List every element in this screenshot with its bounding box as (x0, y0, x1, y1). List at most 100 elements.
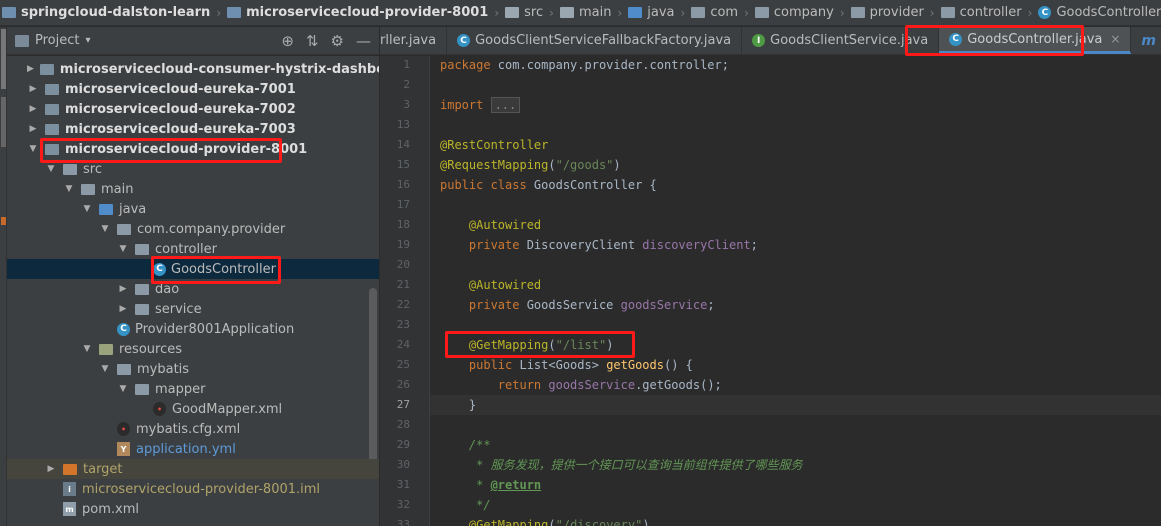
tree-node[interactable]: m pom.xml (7, 499, 379, 519)
breadcrumb-label: provider (869, 5, 924, 20)
favorites-tool-tab[interactable] (1, 217, 6, 225)
collapsed-arrow-icon[interactable]: ▶ (27, 84, 39, 94)
tree-node-label: pom.xml (82, 501, 139, 517)
breadcrumb-item[interactable]: springcloud-dalston-learn (2, 5, 210, 20)
line-number: 16 (396, 178, 410, 191)
tree-node-label: target (83, 461, 123, 477)
tool-window-strip[interactable] (0, 27, 7, 526)
collapsed-arrow-icon[interactable]: ▶ (27, 64, 34, 74)
tree-node[interactable]: ▼ main (7, 179, 379, 199)
locate-file-icon[interactable]: ⊕ (281, 32, 294, 50)
expanded-arrow-icon[interactable]: ▼ (117, 384, 129, 394)
breadcrumb-item[interactable]: C GoodsController (1038, 5, 1161, 20)
tree-node[interactable]: ▶ microservicecloud-eureka-7002 (7, 99, 379, 119)
collapsed-arrow-icon[interactable]: ▶ (117, 284, 129, 294)
line-number-gutter[interactable]: 1 2 3 13 14 15 16 17 18 19 20 21 22 23 24 25 26 27 28 29 30 3… (380, 56, 430, 526)
line-number: 21 (396, 278, 410, 291)
line-number: 32 (396, 498, 410, 511)
code-line[interactable]: @Autowired (440, 275, 541, 295)
code-token: package (440, 58, 498, 72)
collapsed-arrow-icon[interactable]: ▶ (27, 104, 39, 114)
expanded-arrow-icon[interactable]: ▼ (81, 204, 93, 214)
breadcrumb-item[interactable]: provider (850, 5, 924, 20)
tree-node[interactable]: ▼ resources (7, 339, 379, 359)
editor-tab[interactable]: mpom.xm (1131, 27, 1161, 54)
folded-code-region[interactable]: ... (490, 97, 521, 113)
expanded-arrow-icon[interactable]: ▼ (99, 364, 111, 374)
code-token: .getGoods(); (635, 378, 722, 392)
close-icon[interactable]: × (1110, 32, 1120, 46)
expanded-arrow-icon[interactable]: ▼ (63, 184, 75, 194)
breadcrumb-item[interactable]: microservicecloud-provider-8001 (227, 5, 488, 20)
code-editor[interactable]: 1 2 3 13 14 15 16 17 18 19 20 21 22 23 24 25 26 27 28 29 30 3… (380, 56, 1161, 526)
breadcrumb-item[interactable]: company (754, 5, 834, 20)
code-line[interactable]: @RestController (440, 135, 548, 155)
code-line[interactable]: * 服务发现，提供一个接口可以查询当前组件提供了哪些服务 (440, 455, 802, 475)
breadcrumb-item[interactable]: src (505, 5, 543, 20)
code-line[interactable]: */ (440, 495, 490, 515)
breadcrumb-label: src (524, 5, 544, 20)
code-line[interactable]: @GetMapping("/discovery") (440, 515, 650, 526)
code-line[interactable]: public class GoodsController { (440, 175, 657, 195)
editor-tab[interactable]: C GoodsClientServiceFallbackFactory.java (447, 27, 743, 54)
project-panel-title[interactable]: Project (35, 33, 79, 48)
tree-node[interactable]: ▶ target (7, 459, 379, 479)
expanded-arrow-icon[interactable]: ▼ (81, 344, 93, 354)
tree-node[interactable]: • GoodMapper.xml (7, 399, 379, 419)
expanded-arrow-icon[interactable]: ▼ (99, 224, 111, 234)
project-tree[interactable]: ▶ microservicecloud-consumer-hystrix-dash… (7, 56, 379, 526)
tree-node[interactable]: ▶ microservicecloud-eureka-7001 (7, 79, 379, 99)
code-line[interactable]: import ... (440, 95, 521, 115)
tree-node[interactable]: • mybatis.cfg.xml (7, 419, 379, 439)
editor-tab[interactable]: rller.java (380, 27, 448, 54)
breadcrumb-item[interactable]: main (559, 5, 611, 20)
tree-node[interactable]: ▼ mybatis (7, 359, 379, 379)
tree-node[interactable]: ▶ microservicecloud-consumer-hystrix-dash… (7, 59, 379, 79)
collapsed-arrow-icon[interactable]: ▶ (117, 304, 129, 314)
breadcrumb-label: com (710, 5, 739, 20)
code-line[interactable]: private GoodsService goodsService; (440, 295, 715, 315)
code-line[interactable]: public List<Goods> getGoods() { (440, 355, 693, 375)
line-number: 30 (396, 458, 410, 471)
code-line[interactable]: * @return (440, 475, 541, 495)
code-line[interactable]: return goodsService.getGoods(); (440, 375, 722, 395)
module-folder-icon (227, 7, 242, 18)
tree-node[interactable]: ▶ microservicecloud-eureka-7003 (7, 119, 379, 139)
code-line[interactable]: package com.company.provider.controller; (440, 56, 729, 75)
chevron-down-icon[interactable]: ▾ (85, 35, 90, 46)
tree-node[interactable]: C Provider8001Application (7, 319, 379, 339)
collapse-all-icon[interactable]: ⇅ (306, 32, 319, 50)
line-number: 13 (396, 118, 410, 131)
code-line[interactable]: /** (440, 435, 491, 455)
tree-node[interactable]: ▼ mapper (7, 379, 379, 399)
collapsed-arrow-icon[interactable]: ▶ (27, 124, 39, 134)
code-line[interactable]: @Autowired (440, 215, 541, 235)
tree-node-label: service (155, 301, 202, 317)
hide-panel-icon[interactable]: — (356, 32, 371, 50)
pom-file-icon: m (63, 502, 76, 516)
gear-icon[interactable]: ⚙ (331, 32, 344, 50)
breadcrumb-item[interactable]: controller (940, 5, 1022, 20)
tree-node[interactable]: Yapplication.yml (7, 439, 379, 459)
collapsed-arrow-icon[interactable]: ▶ (45, 464, 57, 474)
tree-node[interactable]: ▼ com.company.provider (7, 219, 379, 239)
tree-node[interactable]: ▶ service (7, 299, 379, 319)
breadcrumb-item[interactable]: com (691, 5, 738, 20)
breadcrumb-item[interactable]: java (628, 5, 675, 20)
code-token: goodsService (620, 298, 708, 312)
code-line[interactable]: private DiscoveryClient discoveryClient; (440, 235, 758, 255)
expanded-arrow-icon[interactable]: ▼ (117, 244, 129, 254)
expanded-arrow-icon[interactable]: ▼ (45, 164, 57, 174)
code-token: "/discovery" (555, 518, 643, 526)
expanded-arrow-icon[interactable]: ▼ (27, 144, 39, 154)
code-line[interactable]: } (430, 395, 1161, 415)
tree-node[interactable]: ▼ java (7, 199, 379, 219)
project-tool-tab[interactable] (1, 29, 6, 89)
tree-node[interactable]: i microservicecloud-provider-8001.iml (7, 479, 379, 499)
structure-tool-tab[interactable] (1, 97, 6, 147)
code-line[interactable]: @RequestMapping("/goods") (440, 155, 621, 175)
breadcrumb-separator: › (216, 5, 222, 20)
